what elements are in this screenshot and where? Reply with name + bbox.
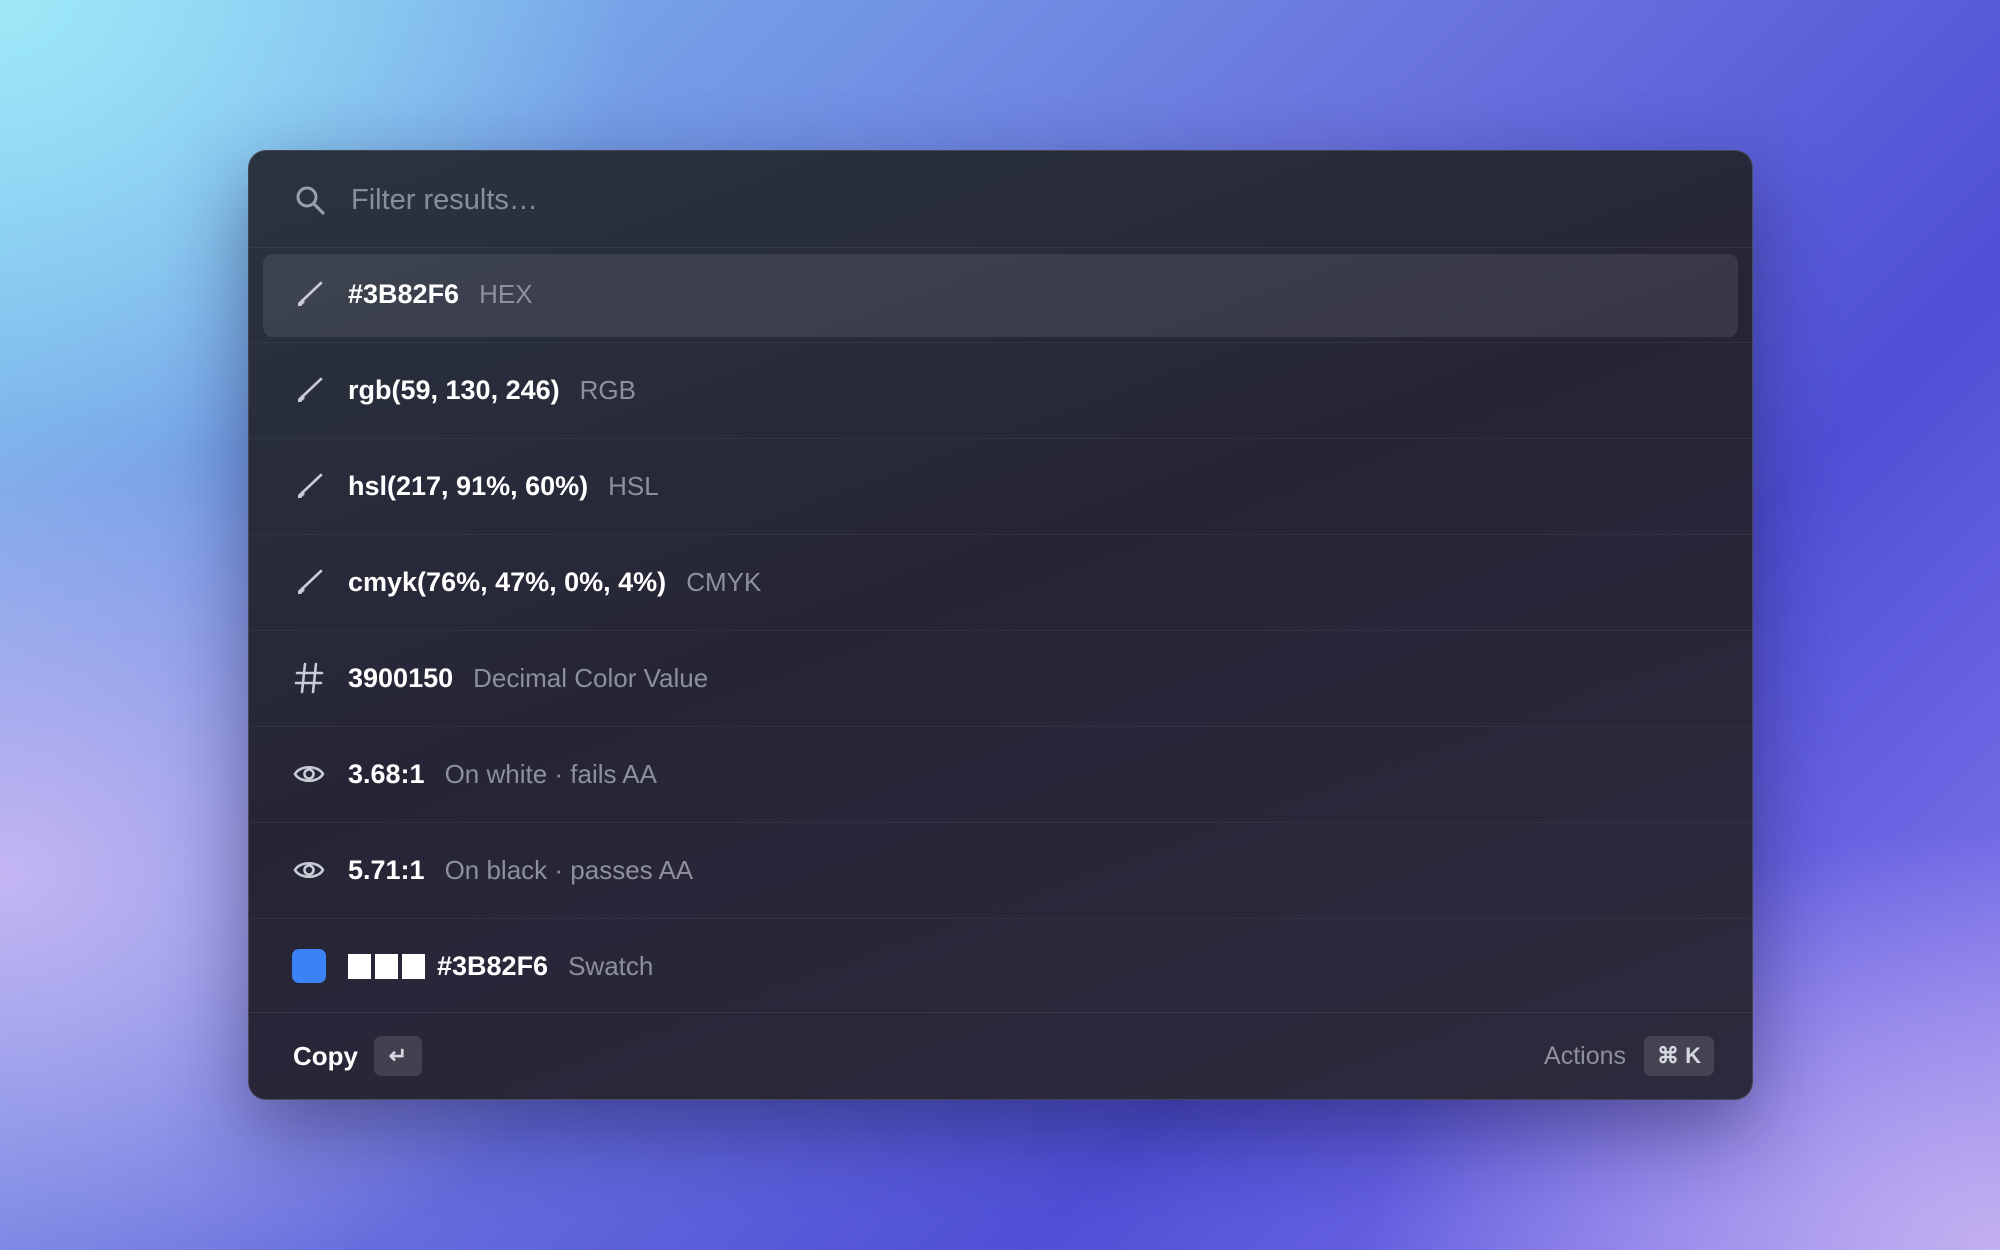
eyedropper-icon	[292, 277, 326, 311]
result-value: hsl(217, 91%, 60%)	[348, 471, 589, 501]
result-value: 3.68:1	[348, 759, 425, 789]
result-item-contrast-black[interactable]: 5.71:1 On black · passes AA	[249, 823, 1752, 919]
copy-action-button[interactable]: Copy	[293, 1013, 358, 1099]
result-value: rgb(59, 130, 246)	[348, 375, 560, 405]
color-swatch-chip	[292, 949, 326, 983]
actions-button[interactable]: Actions	[1544, 1013, 1626, 1099]
result-format-label: On black · passes AA	[444, 855, 694, 885]
result-format-label: Swatch	[568, 951, 654, 981]
result-value: 5.71:1	[348, 855, 425, 885]
result-value: #3B82F6	[348, 279, 460, 309]
eyedropper-icon	[292, 565, 326, 599]
search-bar	[249, 151, 1752, 248]
result-value: cmyk(76%, 47%, 0%, 4%)	[348, 567, 667, 597]
result-item-contrast-white[interactable]: 3.68:1 On white · fails AA	[249, 727, 1752, 823]
result-format-label: CMYK	[686, 567, 762, 597]
search-icon	[294, 184, 326, 216]
result-item-hex[interactable]: #3B82F6 HEX	[249, 247, 1752, 343]
result-format-label: RGB	[579, 375, 636, 405]
result-item-swatch[interactable]: #3B82F6 Swatch	[249, 919, 1752, 1014]
result-format-label: On white · fails AA	[444, 759, 657, 789]
search-input[interactable]	[349, 173, 1653, 227]
eye-icon	[292, 757, 326, 791]
enter-key-hint: ↵	[374, 1036, 422, 1076]
eyedropper-icon	[292, 469, 326, 503]
color-swatch-icon	[292, 949, 326, 983]
results-list: #3B82F6 HEX rgb(59, 130, 246) RGB hsl(217,…	[249, 247, 1752, 1014]
result-format-label: HSL	[608, 471, 659, 501]
result-item-rgb[interactable]: rgb(59, 130, 246) RGB	[249, 343, 1752, 439]
result-value: #3B82F6	[437, 951, 549, 981]
eyedropper-icon	[292, 373, 326, 407]
result-format-label: HEX	[479, 279, 533, 309]
result-format-label: Decimal Color Value	[473, 663, 709, 693]
action-bar: Copy ↵ Actions ⌘ K	[249, 1012, 1752, 1099]
result-item-hsl[interactable]: hsl(217, 91%, 60%) HSL	[249, 439, 1752, 535]
result-item-cmyk[interactable]: cmyk(76%, 47%, 0%, 4%) CMYK	[249, 535, 1752, 631]
result-item-decimal[interactable]: 3900150 Decimal Color Value	[249, 631, 1752, 727]
command-palette-window: #3B82F6 HEX rgb(59, 130, 246) RGB hsl(217,…	[248, 150, 1753, 1100]
eye-icon	[292, 853, 326, 887]
hash-icon	[292, 661, 326, 695]
cmd-k-shortcut-hint: ⌘ K	[1644, 1036, 1714, 1076]
swatch-blocks	[348, 954, 425, 979]
result-value: 3900150	[348, 663, 454, 693]
